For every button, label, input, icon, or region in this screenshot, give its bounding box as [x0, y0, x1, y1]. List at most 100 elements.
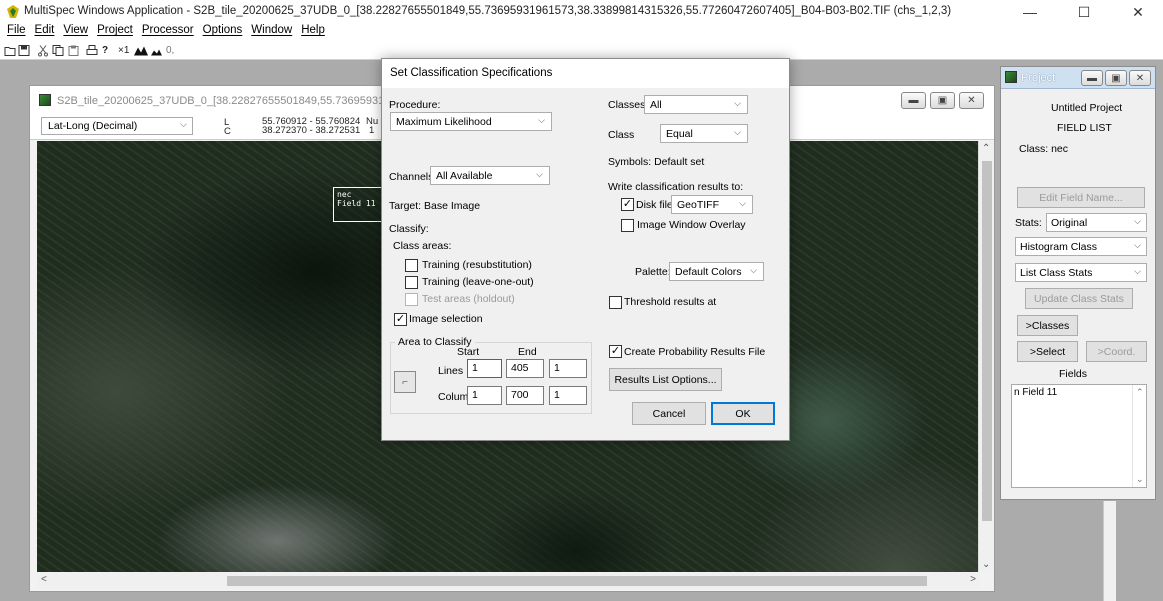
maximize-button[interactable]: ☐: [1061, 0, 1107, 24]
disk-file-format-select[interactable]: GeoTIFF ⌵: [671, 195, 753, 214]
fields-scrollbar[interactable]: ⌃ ⌄: [1132, 385, 1146, 487]
print-icon[interactable]: [86, 44, 98, 57]
fields-list[interactable]: n Field 11 ⌃ ⌄: [1011, 384, 1147, 488]
coordinate-units-select[interactable]: Lat-Long (Decimal) ⌵: [41, 117, 193, 135]
copy-icon[interactable]: [52, 44, 64, 57]
menu-file[interactable]: File: [7, 24, 26, 42]
histogram-select[interactable]: Histogram Class ⌵: [1015, 237, 1147, 256]
class-weights-value: Equal: [666, 128, 693, 140]
save-icon[interactable]: [18, 44, 30, 57]
stats-label: Stats:: [1015, 217, 1042, 229]
lines-label: Lines: [438, 365, 464, 377]
list-item[interactable]: n Field 11: [1014, 387, 1057, 398]
image-selection-label: Image selection: [409, 313, 483, 325]
image-selection-checkbox[interactable]: ✓: [394, 313, 407, 326]
image-restore-button[interactable]: ▣: [930, 92, 955, 109]
project-minimize-button[interactable]: ▬: [1081, 70, 1103, 86]
scroll-up-icon[interactable]: ⌃: [982, 143, 990, 154]
ok-button[interactable]: OK: [711, 402, 775, 425]
columns-end-input[interactable]: 700: [506, 386, 544, 405]
coord-column-label: C: [224, 126, 231, 137]
training-leave-one-out-checkbox[interactable]: [405, 276, 418, 289]
menu-project[interactable]: Project: [97, 24, 133, 42]
cut-icon[interactable]: [38, 44, 48, 57]
paste-icon[interactable]: [68, 44, 80, 57]
image-window-icon: [39, 94, 51, 106]
menu-window[interactable]: Window: [251, 24, 292, 42]
app-title: MultiSpec Windows Application - S2B_tile…: [24, 5, 952, 17]
select-button[interactable]: >Select: [1017, 341, 1078, 362]
image-overlay-label: Image Window Overlay: [637, 219, 746, 231]
chevron-down-icon: ⌵: [1134, 266, 1141, 276]
menu-view[interactable]: View: [63, 24, 88, 42]
update-class-stats-button[interactable]: Update Class Stats: [1025, 288, 1133, 309]
open-icon[interactable]: [4, 44, 16, 57]
menu-processor[interactable]: Processor: [142, 24, 194, 42]
coord-button[interactable]: >Coord.: [1086, 341, 1147, 362]
list-stats-select[interactable]: List Class Stats ⌵: [1015, 263, 1147, 282]
project-restore-button[interactable]: ▣: [1105, 70, 1127, 86]
chevron-down-icon: ⌵: [538, 115, 545, 125]
help-icon[interactable]: ?: [102, 44, 108, 57]
vertical-scroll-thumb[interactable]: [982, 161, 992, 521]
vertical-scrollbar[interactable]: ⌃ ⌄: [978, 141, 994, 572]
overlay-icon[interactable]: 0,: [166, 44, 174, 57]
cancel-button[interactable]: Cancel: [632, 402, 706, 425]
list-stats-value: List Class Stats: [1020, 267, 1093, 279]
edit-field-name-button[interactable]: Edit Field Name...: [1017, 187, 1145, 208]
stats-select[interactable]: Original ⌵: [1046, 213, 1147, 232]
menu-edit[interactable]: Edit: [35, 24, 55, 42]
procedure-select[interactable]: Maximum Likelihood ⌵: [390, 112, 552, 131]
training-resubstitution-checkbox[interactable]: [405, 259, 418, 272]
minimize-button[interactable]: —: [1007, 0, 1053, 24]
project-title: Project: [1021, 72, 1056, 84]
scroll-down-icon[interactable]: ⌄: [982, 559, 990, 570]
probability-file-label: Create Probability Results File: [624, 346, 766, 358]
scroll-up-icon[interactable]: ⌃: [1136, 387, 1144, 398]
probability-file-checkbox[interactable]: ✓: [609, 345, 622, 358]
lines-start-input[interactable]: 1: [467, 359, 502, 378]
palette-select[interactable]: Default Colors ⌵: [669, 262, 764, 281]
scroll-right-icon[interactable]: >: [970, 574, 976, 585]
channels-value: All Available: [436, 170, 493, 182]
columns-start-input[interactable]: 1: [467, 386, 502, 405]
dialog-titlebar: Set Classification Specifications: [382, 59, 789, 88]
zoom-x1-icon[interactable]: ×1: [118, 44, 129, 57]
classes-button[interactable]: >Classes: [1017, 315, 1078, 336]
horizontal-scrollbar[interactable]: < >: [37, 573, 980, 589]
project-icon: [1005, 71, 1017, 83]
horizontal-scroll-thumb[interactable]: [227, 576, 927, 586]
project-window: Project ▬ ▣ ✕ Untitled Project FIELD LIS…: [1000, 66, 1156, 500]
field-name-label: Field 11: [337, 199, 376, 208]
select-area-icon[interactable]: ⌐: [394, 371, 416, 393]
image-minimize-button[interactable]: ▬: [901, 92, 926, 109]
columns-interval-input[interactable]: 1: [549, 386, 587, 405]
close-button[interactable]: ✕: [1115, 0, 1161, 24]
scroll-left-icon[interactable]: <: [41, 574, 47, 585]
image-close-button[interactable]: ✕: [959, 92, 984, 109]
class-name-label: Class: nec: [1019, 143, 1069, 155]
channels-select[interactable]: All Available ⌵: [430, 166, 550, 185]
menu-help[interactable]: Help: [301, 24, 325, 42]
results-list-options-button[interactable]: Results List Options...: [609, 368, 722, 391]
disk-file-checkbox[interactable]: ✓: [621, 198, 634, 211]
project-close-button[interactable]: ✕: [1129, 70, 1151, 86]
zoom-out-icon[interactable]: [151, 44, 162, 57]
lines-end-input[interactable]: 405: [506, 359, 544, 378]
field-outline[interactable]: nec Field 11: [333, 187, 387, 222]
class-weights-select[interactable]: Equal ⌵: [660, 124, 748, 143]
test-areas-checkbox[interactable]: [405, 293, 418, 306]
threshold-checkbox[interactable]: [609, 296, 622, 309]
lines-interval-input[interactable]: 1: [549, 359, 587, 378]
classes-value: All: [650, 99, 662, 111]
palette-label: Palette:: [635, 266, 671, 278]
chevron-down-icon: ⌵: [536, 169, 543, 179]
scroll-down-icon[interactable]: ⌄: [1136, 474, 1144, 485]
zoom-in-icon[interactable]: [134, 44, 148, 57]
menu-options[interactable]: Options: [203, 24, 243, 42]
image-overlay-checkbox[interactable]: [621, 219, 634, 232]
chevron-down-icon: ⌵: [180, 119, 187, 129]
classes-select[interactable]: All ⌵: [644, 95, 748, 114]
palette-value: Default Colors: [675, 266, 742, 278]
procedure-label: Procedure:: [389, 99, 441, 111]
